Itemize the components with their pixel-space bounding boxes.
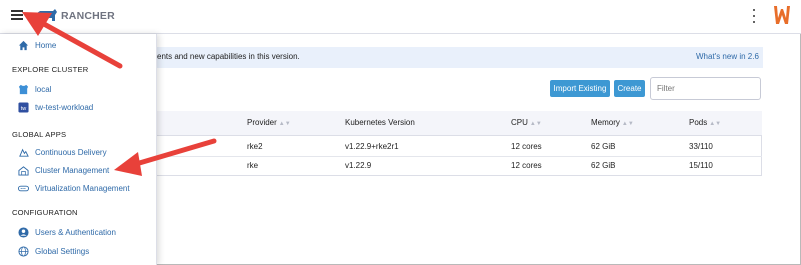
filter-input[interactable] [650, 77, 761, 100]
table-cell-memory: 62 GiB [591, 142, 616, 151]
logo-text: RANCHER [61, 10, 115, 22]
cluster-icon: tw [17, 101, 29, 113]
sidebar-item-cluster-management[interactable]: Cluster Management [0, 162, 109, 178]
column-header-pods[interactable]: Pods ▲▼ [689, 118, 721, 127]
sidebar-item-label: Continuous Delivery [35, 147, 107, 157]
table-cell-cpu: 12 cores [511, 161, 542, 170]
column-header-kubernetes-version[interactable]: Kubernetes Version [345, 118, 415, 127]
home-icon [17, 39, 29, 51]
column-header-label: CPU [511, 118, 528, 127]
column-header-label: Pods [689, 118, 708, 127]
sidebar-item-local[interactable]: local [0, 81, 51, 97]
sidebar-item-virtualization-management[interactable]: Virtualization Management [0, 180, 130, 196]
user-icon [17, 226, 29, 238]
column-header-label: Memory [591, 118, 620, 127]
table-cell-provider: rke [247, 161, 259, 170]
whats-new-link[interactable]: What's new in 2.6 [696, 52, 759, 61]
cluster-management-icon [17, 164, 29, 176]
table-cell-version: v1.22.9 [345, 161, 372, 170]
section-title-global-apps: GLOBAL APPS [12, 130, 67, 139]
more-options-icon[interactable] [751, 9, 757, 23]
sidebar-item-label: Cluster Management [35, 165, 110, 175]
hamburger-menu-icon[interactable] [11, 10, 23, 20]
sidebar-item-home[interactable]: Home [0, 37, 56, 53]
import-existing-button[interactable]: Import Existing [550, 80, 610, 97]
column-header-label: Provider [247, 118, 277, 127]
section-title-configuration: CONFIGURATION [12, 208, 78, 217]
table-cell-memory: 62 GiB [591, 161, 616, 170]
fleet-icon [17, 146, 29, 158]
globe-icon [17, 245, 29, 257]
row-divider [157, 156, 762, 157]
side-navigation: Home EXPLORE CLUSTER local tw tw-test-wo… [0, 34, 157, 265]
sidebar-item-tw-test-workload[interactable]: tw tw-test-workload [0, 99, 93, 115]
sort-icon: ▲▼ [621, 121, 634, 127]
rancher-logo[interactable]: RANCHER [36, 7, 118, 25]
column-header-provider[interactable]: Provider ▲▼ [247, 118, 291, 127]
sidebar-item-users-authentication[interactable]: Users & Authentication [0, 224, 116, 240]
table-cell-version: v1.22.9+rke2r1 [345, 142, 399, 151]
column-header-memory[interactable]: Memory ▲▼ [591, 118, 634, 127]
sidebar-item-continuous-delivery[interactable]: Continuous Delivery [0, 144, 107, 160]
column-header-cpu[interactable]: CPU ▲▼ [511, 118, 542, 127]
sort-icon: ▲▼ [529, 121, 542, 127]
table-cell-pods: 15/110 [689, 161, 713, 170]
svg-text:tw: tw [20, 105, 26, 111]
harvester-icon [17, 182, 29, 194]
sort-icon: ▲▼ [278, 121, 291, 127]
sidebar-item-label: Global Settings [35, 246, 90, 256]
table-cell-provider: rke2 [247, 142, 263, 151]
top-bar: RANCHER [0, 0, 801, 34]
brand-logo-icon [773, 5, 791, 25]
sidebar-item-label: Home [35, 40, 57, 50]
banner-text: ents and new capabilities in this versio… [157, 52, 300, 61]
table-cell-pods: 33/110 [689, 142, 713, 151]
section-title-explore-cluster: EXPLORE CLUSTER [12, 65, 89, 74]
sidebar-item-global-settings[interactable]: Global Settings [0, 243, 89, 259]
sort-icon: ▲▼ [709, 121, 722, 127]
rancher-cow-icon [37, 9, 57, 21]
cluster-icon [17, 83, 29, 95]
create-button[interactable]: Create [614, 80, 645, 97]
sidebar-item-label: Users & Authentication [35, 227, 116, 237]
table-cell-cpu: 12 cores [511, 142, 542, 151]
sidebar-item-label: Virtualization Management [35, 183, 130, 193]
sidebar-item-label: tw-test-workload [35, 102, 94, 112]
sidebar-item-label: local [35, 84, 52, 94]
